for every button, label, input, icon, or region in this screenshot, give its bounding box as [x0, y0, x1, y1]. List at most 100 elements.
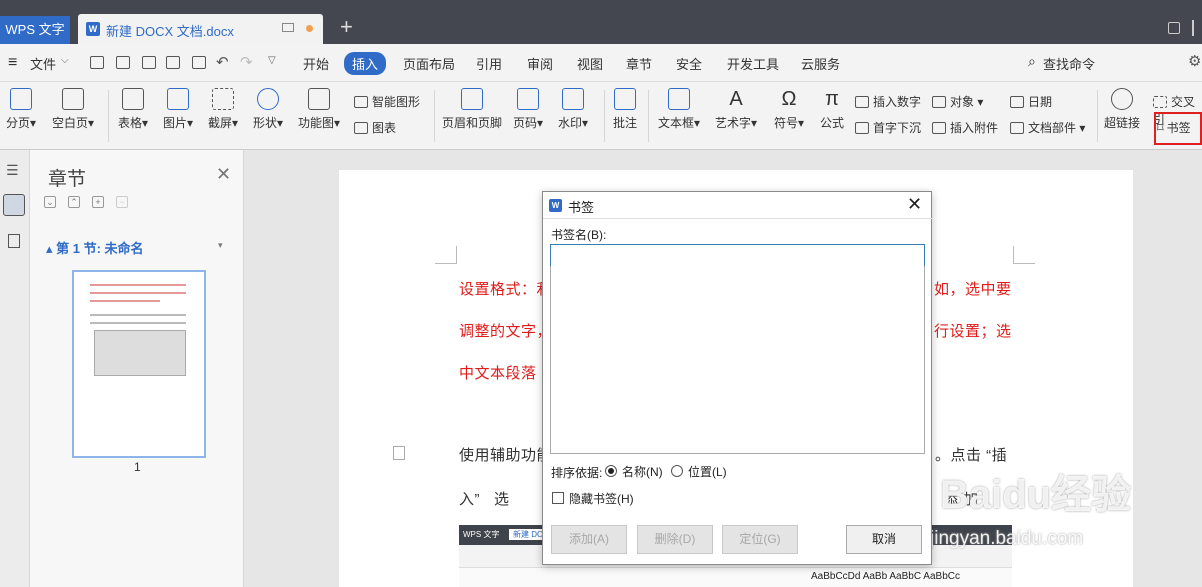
red-text-line: 设置格式：利 — [459, 281, 553, 298]
app-tab[interactable]: WPS 文字 — [0, 16, 70, 44]
add-button[interactable]: 添加(A) — [551, 525, 627, 554]
hide-bookmarks-checkbox[interactable] — [552, 492, 564, 504]
hyperlink-button[interactable]: 超链接 — [1104, 88, 1140, 131]
window-mode-icon[interactable] — [1168, 22, 1180, 34]
dialog-title: 书签 — [568, 200, 595, 215]
insert-number-button[interactable]: 插入数字 — [855, 93, 921, 110]
textbox-button[interactable]: 文本框▾ — [658, 88, 700, 131]
picture-button[interactable]: 图片▾ — [163, 88, 193, 131]
document-tab[interactable]: W 新建 DOCX 文档.docx — [78, 14, 323, 44]
page-break-icon — [10, 88, 33, 110]
cross-reference-icon — [1153, 96, 1167, 108]
ribbon-divider — [648, 90, 649, 142]
bookmark-name-input[interactable] — [550, 244, 925, 267]
blank-page-button[interactable]: 空白页▾ — [52, 88, 94, 131]
comment-button[interactable]: 批注 — [613, 88, 637, 131]
menu-cloud[interactable]: 云服务 — [801, 54, 840, 73]
symbol-button[interactable]: Ω 符号▾ — [774, 88, 804, 131]
bookmark-list[interactable] — [550, 266, 925, 454]
delete-button[interactable]: 删除(D) — [637, 525, 713, 554]
remove-section-icon[interactable]: − — [116, 196, 128, 208]
menu-developer[interactable]: 开发工具 — [727, 54, 779, 73]
insert-attachment-button[interactable]: 插入附件 — [932, 119, 998, 136]
red-text-line: 调整的文字， — [459, 323, 553, 340]
menu-bar: ≡ 文件 ⌵ ↶ ↷ ▽ 开始 插入 页面布局 引用 审阅 视图 章节 安全 开… — [0, 44, 1202, 82]
close-icon[interactable]: ✕ — [216, 164, 231, 185]
chevron-down-icon[interactable]: ⌵ — [61, 55, 69, 66]
page-number-button[interactable]: 页码▾ — [513, 88, 543, 131]
cancel-button[interactable]: 取消 — [846, 525, 922, 554]
paragraph-handle-icon[interactable] — [393, 446, 405, 460]
header-footer-button[interactable]: 页眉和页脚 — [442, 88, 502, 131]
smart-shape-button[interactable]: 智能图形 — [354, 93, 420, 110]
text-line: 使用辅助功能 — [459, 447, 553, 464]
hamburger-icon[interactable]: ≡ — [8, 54, 17, 72]
monitor-icon[interactable] — [282, 23, 294, 32]
section-dropdown-icon[interactable]: ▾ — [218, 240, 223, 251]
screenshot-icon — [212, 88, 235, 110]
shape-button[interactable]: 形状▾ — [253, 88, 283, 131]
undo-icon[interactable]: ↶ — [216, 53, 229, 71]
document-tab-label: 新建 DOCX 文档.docx — [106, 24, 234, 39]
ribbon-divider — [1097, 90, 1098, 142]
menu-home[interactable]: 开始 — [303, 54, 329, 73]
screenshot-button[interactable]: 截屏▾ — [208, 88, 238, 131]
save-icon[interactable] — [116, 56, 130, 69]
outline-icon[interactable]: ☰ — [6, 162, 22, 178]
hide-bookmarks-label[interactable]: 隐藏书签(H) — [569, 490, 634, 507]
menu-security[interactable]: 安全 — [676, 54, 702, 73]
redo-icon[interactable]: ↷ — [240, 53, 253, 71]
sort-by-location-radio[interactable] — [671, 465, 683, 477]
collapse-icon[interactable]: ⌃ — [68, 196, 80, 208]
menu-references[interactable]: 引用 — [476, 54, 502, 73]
watermark-button[interactable]: 水印▾ — [558, 88, 588, 131]
table-button[interactable]: 表格▾ — [118, 88, 148, 131]
doc-parts-button[interactable]: 文档部件 ▾ — [1010, 119, 1085, 136]
doc-parts-icon — [1010, 122, 1024, 134]
add-section-icon[interactable]: + — [92, 196, 104, 208]
print-icon[interactable] — [166, 56, 180, 69]
menu-section[interactable]: 章节 — [626, 54, 652, 73]
thumb-line — [90, 284, 186, 286]
comment-icon — [614, 88, 636, 110]
insert-number-icon — [855, 96, 869, 108]
menu-file[interactable]: 文件 — [30, 54, 56, 73]
export-pdf-icon[interactable] — [142, 56, 156, 69]
sort-by-name-label[interactable]: 名称(N) — [622, 463, 663, 480]
open-folder-icon[interactable] — [90, 56, 104, 69]
search-icon[interactable]: ⌕ — [1028, 53, 1036, 70]
sort-by-location-label[interactable]: 位置(L) — [688, 463, 727, 480]
function-chart-button[interactable]: 功能图▾ — [298, 88, 340, 131]
bookmark-panel-icon[interactable] — [8, 234, 20, 248]
print-preview-icon[interactable] — [192, 56, 206, 69]
menu-page-layout[interactable]: 页面布局 — [403, 54, 455, 73]
new-tab-button[interactable]: + — [340, 14, 353, 40]
formula-button[interactable]: π 公式 — [820, 88, 844, 131]
chart-icon — [354, 122, 368, 134]
sort-by-name-radio[interactable] — [605, 465, 617, 477]
drop-cap-button[interactable]: 首字下沉 — [855, 119, 921, 136]
wordart-button[interactable]: A 艺术字▾ — [715, 88, 757, 131]
goto-button[interactable]: 定位(G) — [722, 525, 798, 554]
menu-insert[interactable]: 插入 — [344, 52, 387, 75]
section-item[interactable]: ▴ 第 1 节: 未命名 — [46, 238, 144, 257]
chart-button[interactable]: 图表 — [354, 119, 396, 136]
object-button[interactable]: 对象 ▾ — [932, 93, 983, 110]
page-number-icon — [517, 88, 540, 110]
date-button[interactable]: 日期 — [1010, 93, 1052, 110]
unsaved-dot-icon — [306, 25, 313, 32]
gear-icon[interactable]: ⚙ — [1188, 52, 1201, 70]
symbol-icon: Ω — [781, 88, 797, 110]
blank-page-icon — [62, 88, 85, 110]
section-nav-icon[interactable] — [3, 194, 25, 216]
command-search[interactable]: 查找命令 — [1043, 54, 1095, 73]
expand-icon[interactable]: ⌄ — [44, 196, 56, 208]
menu-review[interactable]: 审阅 — [527, 54, 553, 73]
close-icon[interactable]: ✕ — [907, 194, 922, 215]
menu-view[interactable]: 视图 — [577, 54, 603, 73]
nav-pane-title: 章节 — [48, 169, 87, 190]
page-thumbnail[interactable] — [72, 270, 206, 458]
quick-access-dropdown-icon[interactable]: ▽ — [268, 55, 276, 66]
wordart-icon: A — [729, 88, 743, 110]
page-break-button[interactable]: 分页▾ — [6, 88, 36, 131]
